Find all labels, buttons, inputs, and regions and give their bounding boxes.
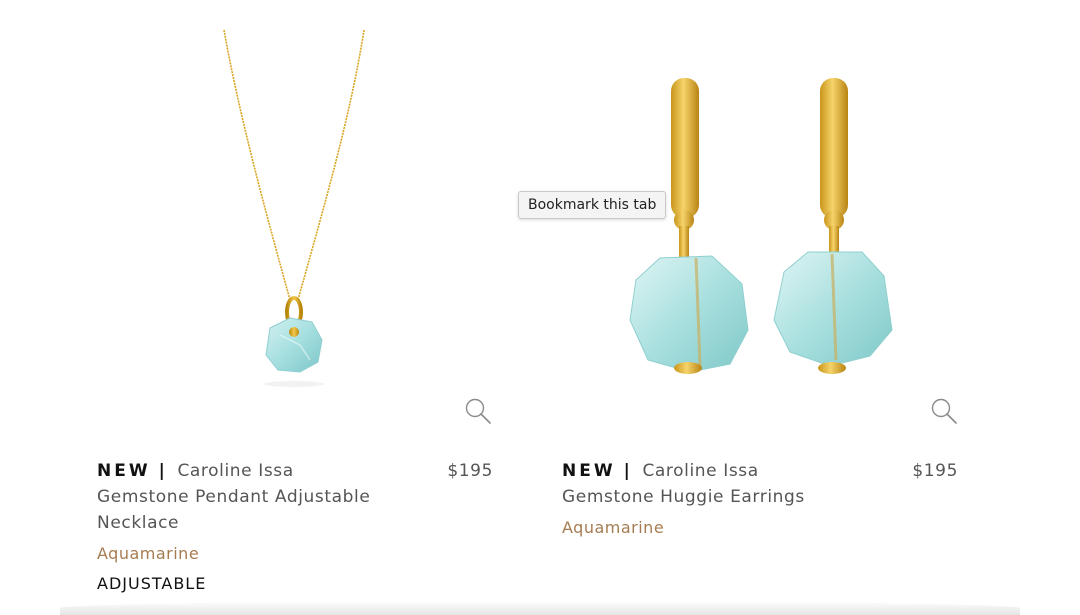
size-label: ADJUSTABLE bbox=[97, 574, 207, 593]
product-price: $195 bbox=[912, 461, 958, 481]
product-title[interactable]: NEW | Caroline Issa Gemstone Huggie Earr… bbox=[562, 458, 862, 510]
product-name[interactable]: Gemstone Huggie Earrings bbox=[562, 487, 805, 507]
brand-name[interactable]: Caroline Issa bbox=[642, 461, 758, 481]
product-name[interactable]: Gemstone Pendant Adjustable Necklace bbox=[97, 487, 370, 533]
earrings-image bbox=[629, 78, 893, 374]
color-option[interactable]: Aquamarine bbox=[562, 516, 962, 540]
scroll-shadow bbox=[60, 601, 1020, 615]
product-title[interactable]: NEW | Caroline Issa Gemstone Pendant Adj… bbox=[97, 458, 397, 536]
product-grid: NEW | Caroline Issa Gemstone Pendant Adj… bbox=[0, 0, 1080, 615]
magnifier-icon[interactable] bbox=[929, 396, 959, 426]
new-badge: NEW bbox=[562, 461, 616, 481]
brand-name[interactable]: Caroline Issa bbox=[177, 461, 293, 481]
product-info: NEW | Caroline Issa Gemstone Pendant Adj… bbox=[97, 458, 497, 596]
color-option[interactable]: Aquamarine bbox=[97, 542, 497, 566]
title-separator: | bbox=[158, 461, 166, 481]
product-price: $195 bbox=[447, 461, 493, 481]
title-separator: | bbox=[623, 461, 631, 481]
product-info: NEW | Caroline Issa Gemstone Huggie Earr… bbox=[562, 458, 962, 540]
new-badge: NEW bbox=[97, 461, 151, 481]
bookmark-tooltip: Bookmark this tab bbox=[518, 191, 667, 219]
product-image-earrings[interactable] bbox=[0, 0, 893, 440]
